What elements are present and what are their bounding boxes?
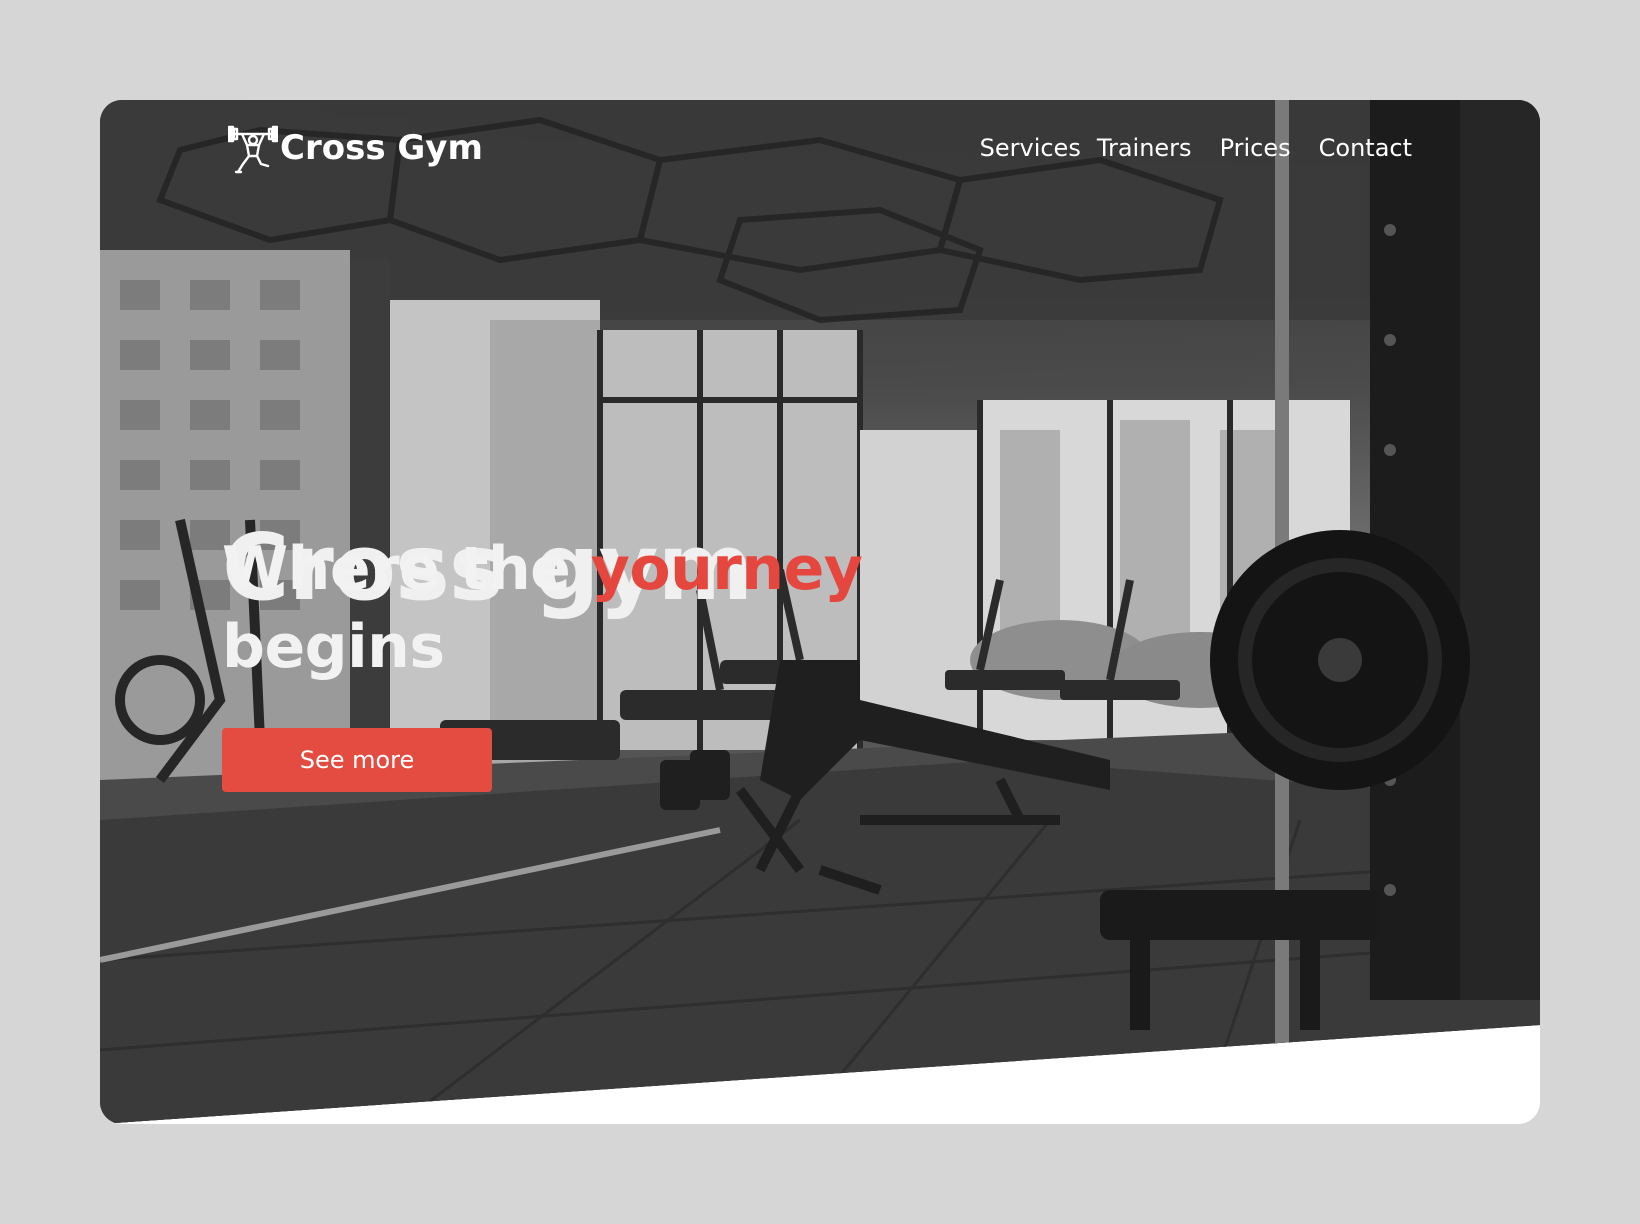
nav-trainers[interactable]: Trainers <box>1097 130 1192 166</box>
see-more-button[interactable]: See more <box>222 728 492 792</box>
tagline-suffix: begins <box>222 612 445 682</box>
main-nav: Services Trainers Prices Contact <box>980 130 1412 166</box>
top-navigation-bar: Cross Gym Services Trainers Prices Conta… <box>100 100 1540 200</box>
tagline-accent: yourney <box>590 534 863 604</box>
tagline-prefix: Where the <box>222 534 591 604</box>
hero-tagline: Where the yourney begins <box>222 530 922 686</box>
nav-contact[interactable]: Contact <box>1319 130 1412 166</box>
nav-services[interactable]: Services <box>980 130 1081 166</box>
landing-card: Cross Gym Services Trainers Prices Conta… <box>100 100 1540 1124</box>
nav-prices[interactable]: Prices <box>1220 130 1291 166</box>
brand-name: Cross Gym <box>280 128 483 168</box>
brand-logo[interactable]: Cross Gym <box>228 120 483 176</box>
weightlifter-icon <box>228 125 278 174</box>
